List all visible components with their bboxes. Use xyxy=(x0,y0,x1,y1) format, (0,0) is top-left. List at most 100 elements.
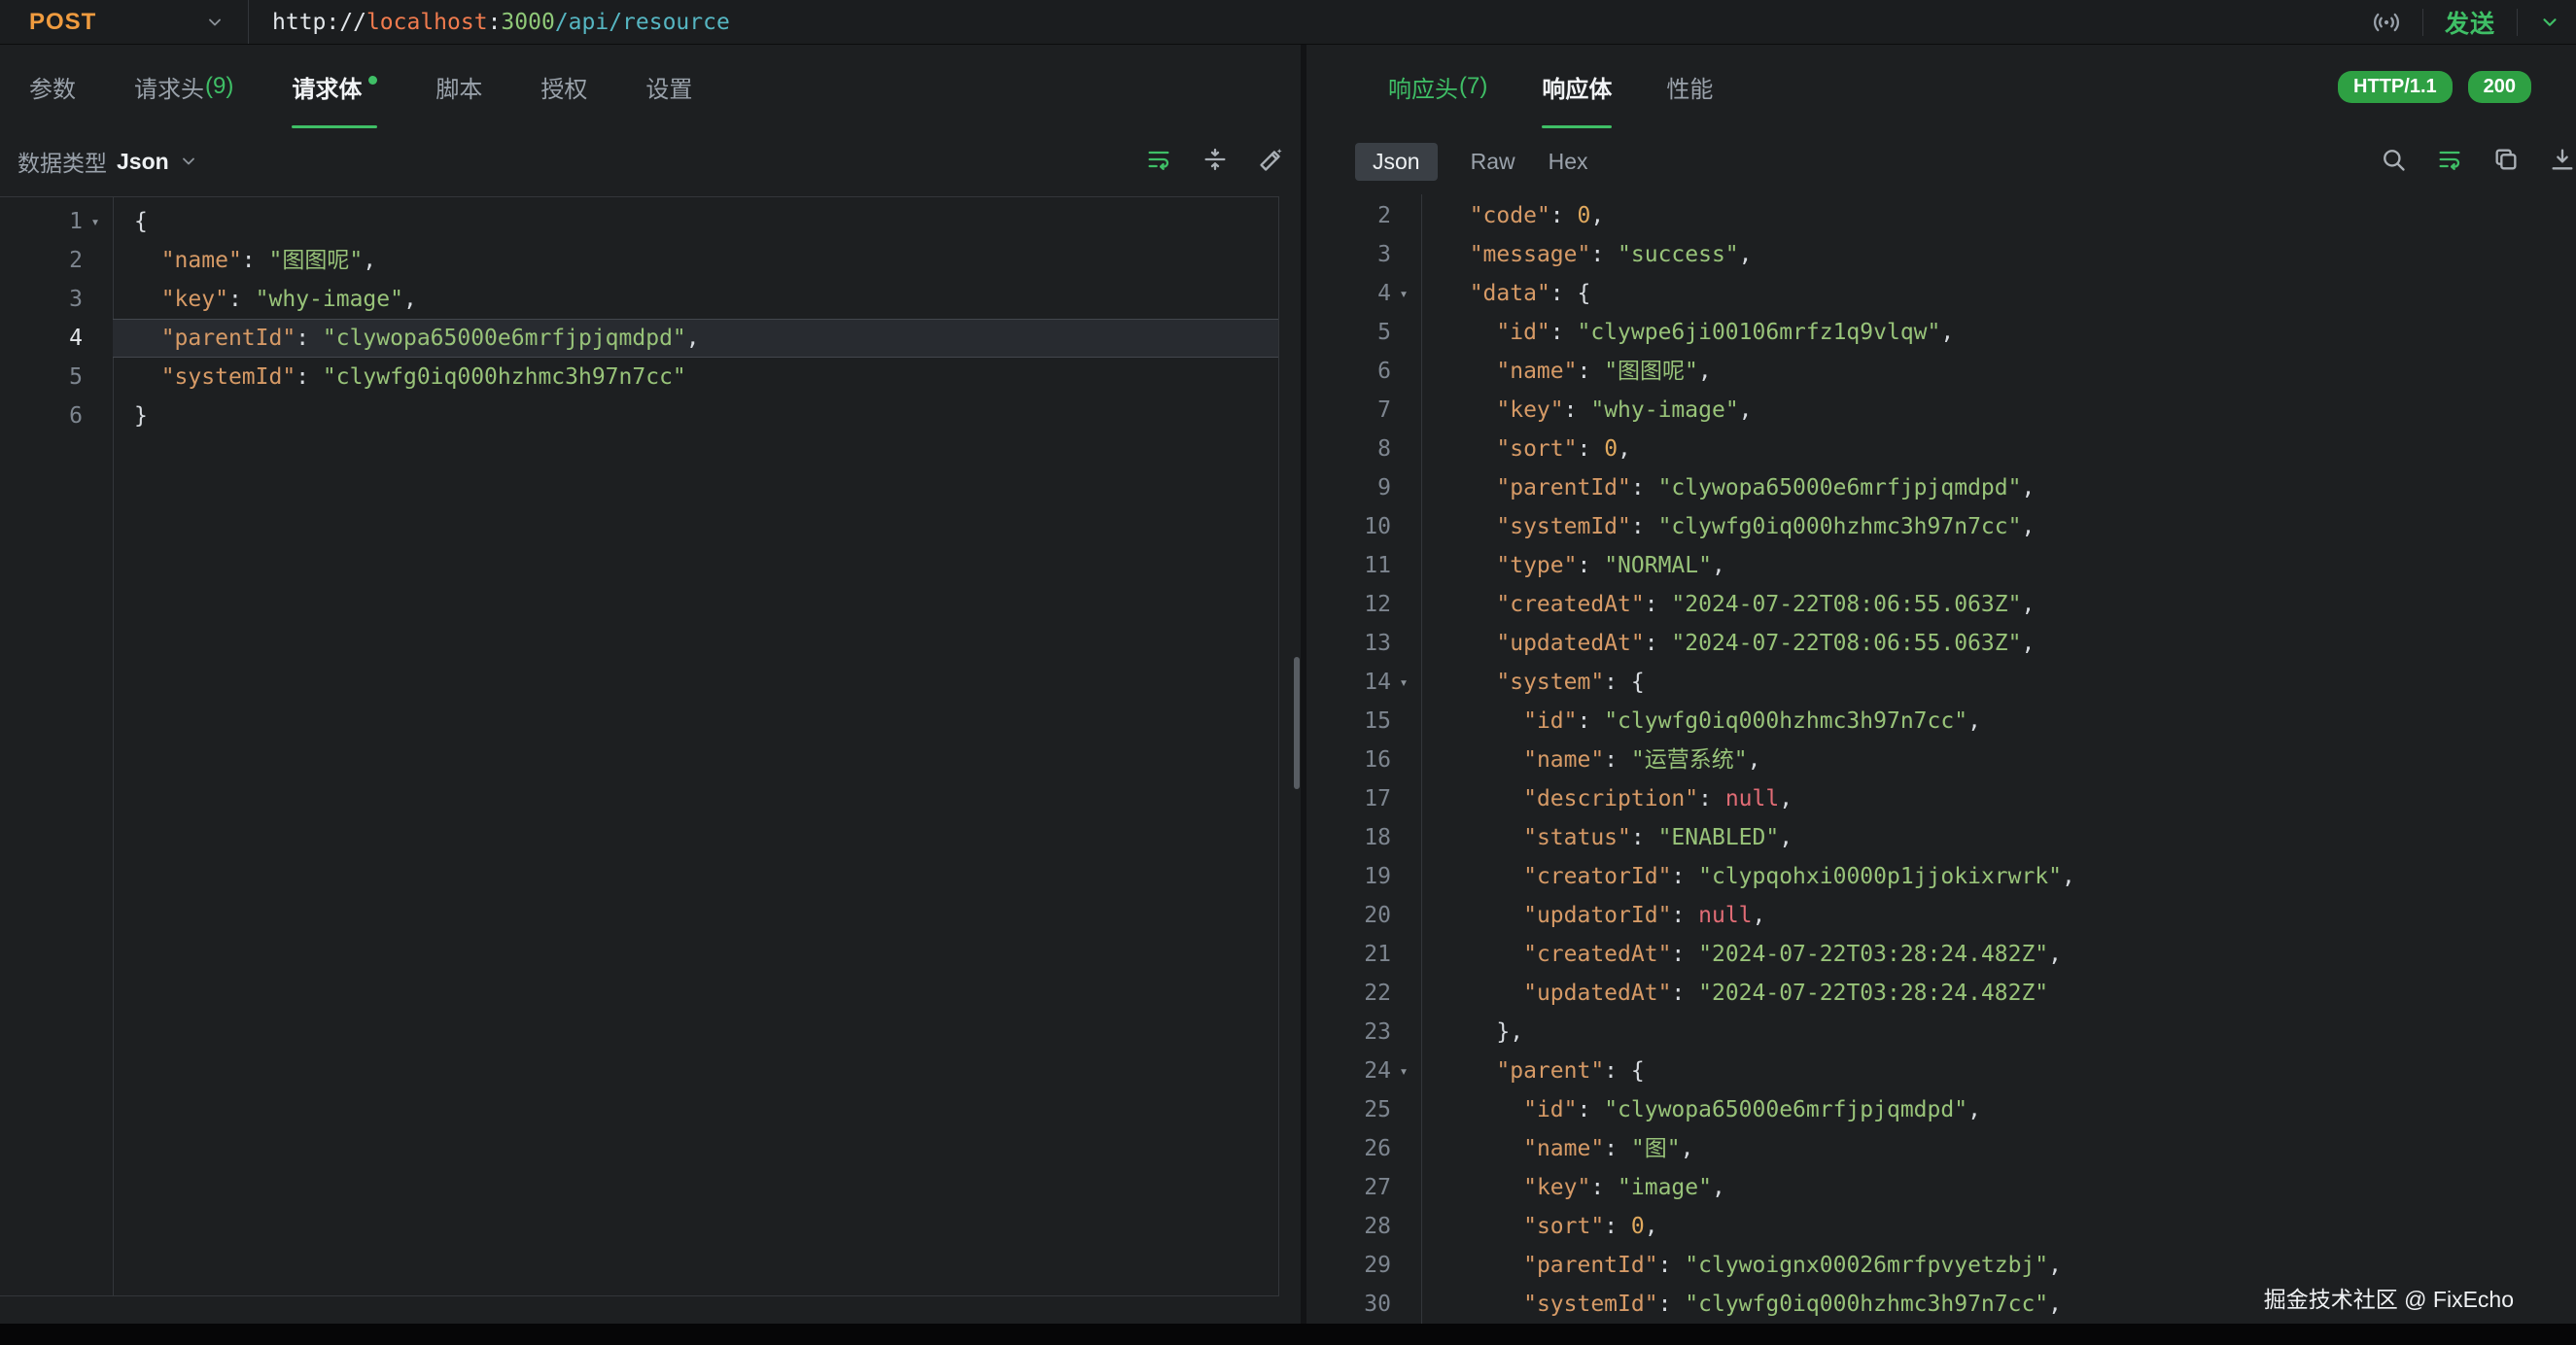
signal-icon[interactable] xyxy=(2372,8,2401,37)
line-gutter: 12 xyxy=(1306,585,1421,624)
scrollbar-thumb[interactable] xyxy=(1294,657,1300,789)
tab-设置[interactable]: 设置 xyxy=(645,45,692,128)
request-body-editor[interactable]: 1▾{2 "name": "图图呢",3 "key": "why-image",… xyxy=(0,196,1279,1296)
wrap-text-icon[interactable] xyxy=(2436,146,2463,178)
code-line: 28 "sort": 0, xyxy=(1306,1207,2576,1246)
tab-脚本[interactable]: 脚本 xyxy=(435,45,482,128)
fold-caret-icon[interactable]: ▾ xyxy=(1394,663,1413,702)
code-line: 5 "systemId": "clywfg0iq000hzhmc3h97n7cc… xyxy=(0,358,1278,397)
fold-caret-icon[interactable]: ▾ xyxy=(1394,274,1413,313)
chevron-down-icon xyxy=(179,152,198,171)
code-text: "parentId": "clywopa65000e6mrfjpjqmdpd", xyxy=(113,319,1278,358)
tab-响应体[interactable]: 响应体 xyxy=(1542,45,1612,128)
send-options-chevron-icon[interactable] xyxy=(2539,12,2560,33)
line-number: 8 xyxy=(1377,430,1391,468)
line-gutter: 3 xyxy=(1306,235,1421,274)
collapse-lines-icon[interactable] xyxy=(1201,146,1229,178)
wrap-text-icon[interactable] xyxy=(1145,146,1172,178)
copy-icon[interactable] xyxy=(2492,146,2520,178)
tab-请求体[interactable]: 请求体 xyxy=(292,45,377,128)
line-gutter: 19 xyxy=(1306,857,1421,896)
status-badge: 200 xyxy=(2468,71,2531,103)
line-gutter: 18 xyxy=(1306,818,1421,857)
line-number: 30 xyxy=(1364,1285,1391,1324)
code-text: "systemId": "clywfg0iq000hzhmc3h97n7cc" xyxy=(113,358,1278,397)
line-gutter: 14▾ xyxy=(1306,663,1421,702)
line-gutter: 25 xyxy=(1306,1090,1421,1129)
response-body-viewer[interactable]: 2 "code": 0,3 "message": "success",4▾ "d… xyxy=(1306,194,2576,1324)
code-text: }, xyxy=(1421,1013,2576,1052)
tab-授权[interactable]: 授权 xyxy=(540,45,587,128)
response-format-tabs: Json Raw Hex xyxy=(1355,143,1588,181)
divider xyxy=(2517,9,2518,36)
line-gutter: 17 xyxy=(1306,779,1421,818)
code-line: 18 "status": "ENABLED", xyxy=(1306,818,2576,857)
line-gutter: 6 xyxy=(1306,352,1421,391)
method-label: POST xyxy=(29,9,96,36)
code-text: "createdAt": "2024-07-22T03:28:24.482Z", xyxy=(1421,935,2576,974)
code-line: 10 "systemId": "clywfg0iq000hzhmc3h97n7c… xyxy=(1306,507,2576,546)
line-gutter: 10 xyxy=(1306,507,1421,546)
fold-caret-icon[interactable]: ▾ xyxy=(86,202,105,241)
chevron-down-icon xyxy=(205,13,225,32)
line-number: 29 xyxy=(1364,1246,1391,1285)
code-text: "key": "why-image", xyxy=(1421,391,2576,430)
code-line: 14▾ "system": { xyxy=(1306,663,2576,702)
line-gutter: 23 xyxy=(1306,1013,1421,1052)
line-number: 3 xyxy=(1377,235,1391,274)
tab-性能[interactable]: 性能 xyxy=(1666,45,1713,128)
response-toolbar: Json Raw Hex xyxy=(1306,128,2576,194)
code-text: "parentId": "clywoignx00026mrfpvyetzbj", xyxy=(1421,1246,2576,1285)
line-number: 19 xyxy=(1364,857,1391,896)
code-text: "name": "图图呢", xyxy=(1421,352,2576,391)
code-line: 25 "id": "clywopa65000e6mrfjpjqmdpd", xyxy=(1306,1090,2576,1129)
line-gutter: 3 xyxy=(0,280,113,319)
code-text: "sort": 0, xyxy=(1421,1207,2576,1246)
datatype-label: 数据类型 xyxy=(17,145,107,178)
download-icon[interactable] xyxy=(2549,146,2576,178)
format-wand-icon[interactable] xyxy=(1258,146,1285,178)
search-icon[interactable] xyxy=(2380,146,2407,178)
line-gutter: 5 xyxy=(1306,313,1421,352)
line-gutter: 22 xyxy=(1306,974,1421,1013)
line-number: 5 xyxy=(1377,313,1391,352)
format-tab-hex[interactable]: Hex xyxy=(1549,149,1588,175)
code-line: 20 "updatorId": null, xyxy=(1306,896,2576,935)
line-number: 17 xyxy=(1364,779,1391,818)
method-selector[interactable]: POST xyxy=(0,0,249,44)
code-text: "updatedAt": "2024-07-22T08:06:55.063Z", xyxy=(1421,624,2576,663)
line-gutter: 29 xyxy=(1306,1246,1421,1285)
code-text: "updatorId": null, xyxy=(1421,896,2576,935)
format-tab-json[interactable]: Json xyxy=(1355,143,1438,181)
code-line: 15 "id": "clywfg0iq000hzhmc3h97n7cc", xyxy=(1306,702,2576,741)
fold-caret-icon[interactable]: ▾ xyxy=(1394,1052,1413,1090)
datatype-selector[interactable]: 数据类型 Json xyxy=(17,145,198,178)
url-input[interactable]: http://localhost:3000/api/resource xyxy=(249,0,2372,44)
line-number: 2 xyxy=(69,241,83,280)
format-tab-raw[interactable]: Raw xyxy=(1471,149,1515,175)
code-line: 8 "sort": 0, xyxy=(1306,430,2576,468)
line-number: 23 xyxy=(1364,1013,1391,1052)
response-panel: 响应头(7)响应体性能HTTP/1.1200 JsonRawHex 2 xyxy=(1306,45,2576,1324)
send-button[interactable]: 发送 xyxy=(2445,5,2495,40)
code-line: 13 "updatedAt": "2024-07-22T08:06:55.063… xyxy=(1306,624,2576,663)
tab-响应头[interactable]: 响应头(7) xyxy=(1388,45,1487,128)
line-number: 16 xyxy=(1364,741,1391,779)
url-part-path: /api/resource xyxy=(555,10,730,35)
url-part-plain: http:// xyxy=(272,10,366,35)
code-line: 16 "name": "运营系统", xyxy=(1306,741,2576,779)
line-gutter: 6 xyxy=(0,397,113,435)
line-gutter: 16 xyxy=(1306,741,1421,779)
tab-参数[interactable]: 参数 xyxy=(29,45,76,128)
code-line: 19 "creatorId": "clypqohxi0000p1jjokixrw… xyxy=(1306,857,2576,896)
tab-请求头[interactable]: 请求头(9) xyxy=(134,45,233,128)
code-line: 21 "createdAt": "2024-07-22T03:28:24.482… xyxy=(1306,935,2576,974)
code-text: "message": "success", xyxy=(1421,235,2576,274)
code-line: 1▾{ xyxy=(0,202,1278,241)
line-number: 26 xyxy=(1364,1129,1391,1168)
code-line: 7 "key": "why-image", xyxy=(1306,391,2576,430)
line-gutter: 15 xyxy=(1306,702,1421,741)
line-gutter: 2 xyxy=(1306,196,1421,235)
line-gutter: 28 xyxy=(1306,1207,1421,1246)
line-number: 5 xyxy=(69,358,83,397)
